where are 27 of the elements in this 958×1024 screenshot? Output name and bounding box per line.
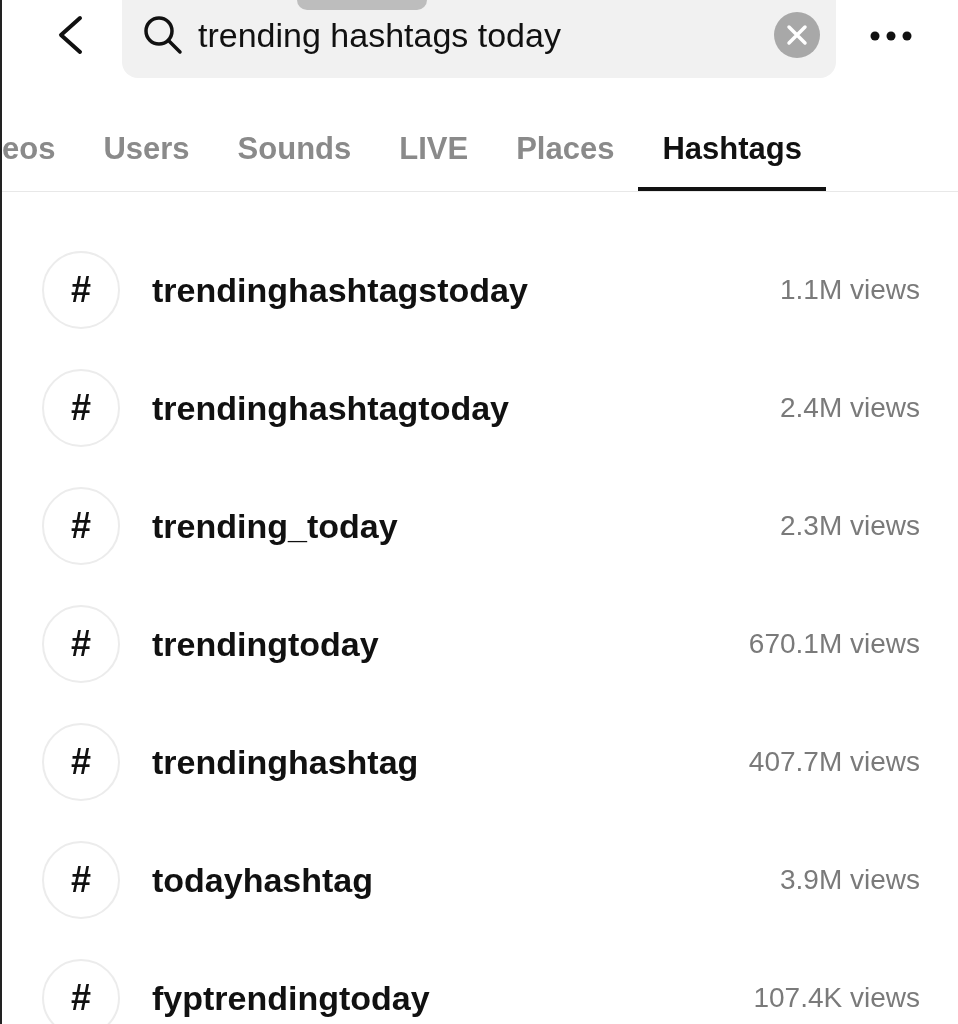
view-count: 107.4K views (753, 982, 920, 1014)
hashtag-name[interactable]: trendingtoday (152, 624, 749, 664)
view-count: 2.4M views (779, 392, 920, 424)
hashtag-name[interactable]: trendinghashtagstoday (152, 270, 780, 310)
search-bar[interactable]: trending hashtags today (122, 0, 836, 78)
more-icon[interactable] (870, 31, 912, 41)
hashtag-name[interactable]: fyptrendingtoday (152, 978, 754, 1018)
hashtag-icon: # (42, 369, 120, 447)
back-icon[interactable] (56, 15, 84, 55)
hashtag-name[interactable]: trendinghashtagtoday (152, 388, 780, 428)
view-count: 670.1M views (748, 628, 920, 660)
tab[interactable]: Hashtags (638, 78, 826, 191)
view-count: 1.1M views (779, 274, 920, 306)
hashtag-icon: # (42, 959, 120, 1024)
hashtag-name[interactable]: trendinghashtag (152, 742, 749, 782)
hashtag-icon: # (42, 723, 120, 801)
search-icon (142, 14, 184, 56)
hashtag-icon: # (42, 251, 120, 329)
view-count: 2.3M views (779, 510, 920, 542)
search-input[interactable]: trending hashtags today (198, 15, 760, 55)
hashtag-name[interactable]: trending_today (152, 506, 780, 546)
hashtag-icon: # (42, 487, 120, 565)
view-count: 407.7M views (748, 746, 920, 778)
hashtag-name[interactable]: todayhashtag (152, 860, 780, 900)
hashtag-icon: # (42, 605, 120, 683)
hashtag-icon: # (42, 841, 120, 919)
view-count: 3.9M views (779, 864, 920, 896)
